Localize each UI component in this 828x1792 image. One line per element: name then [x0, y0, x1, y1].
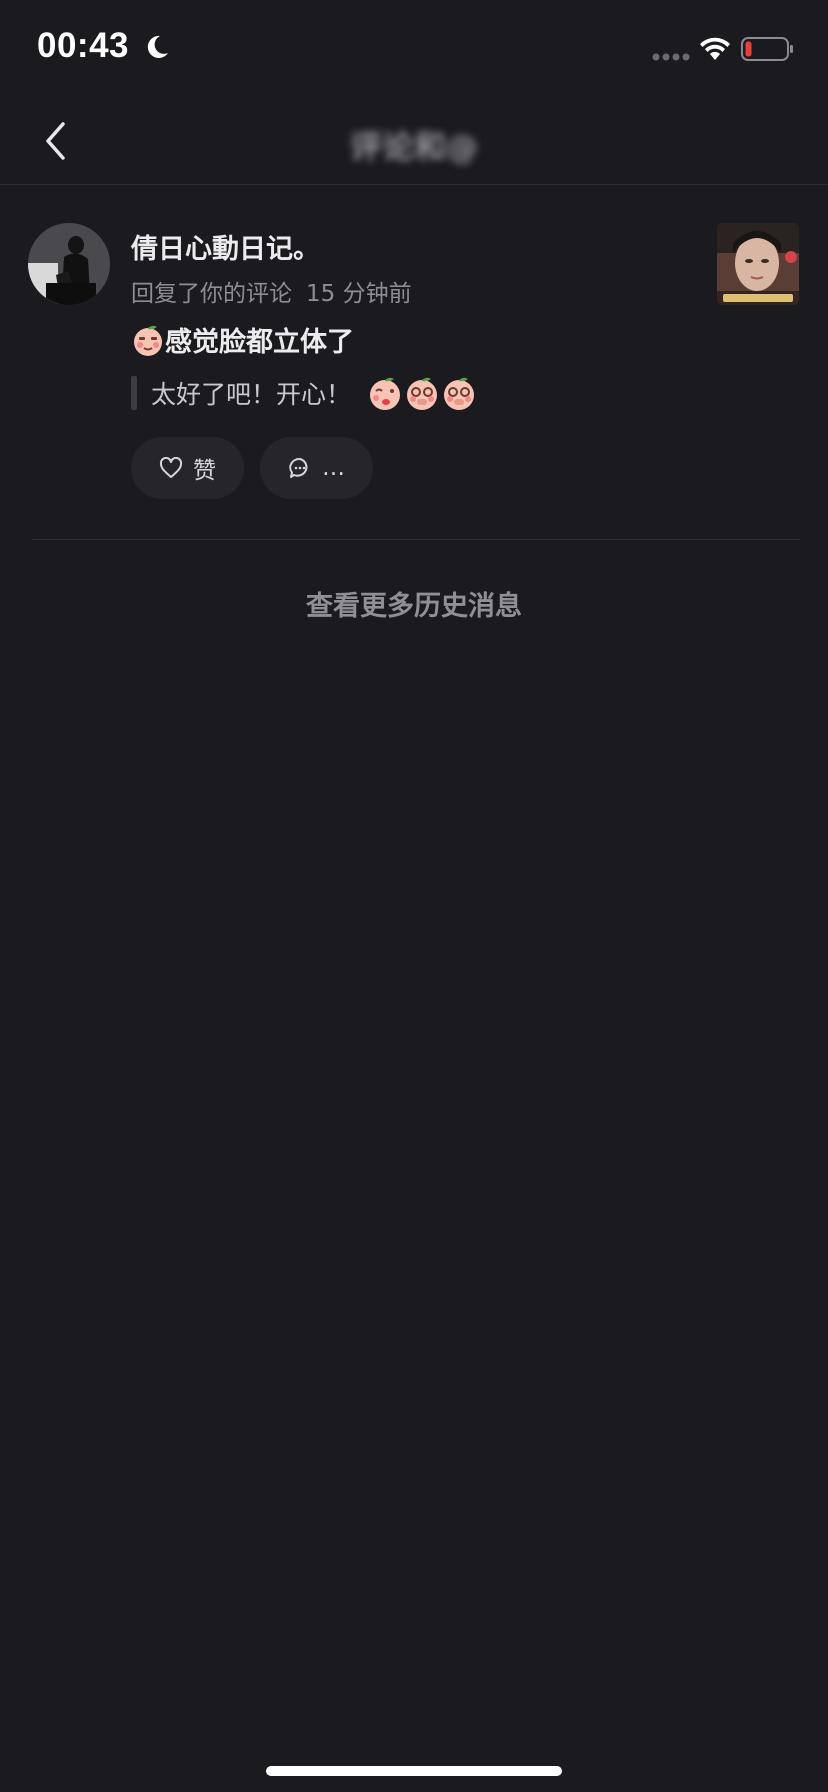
page-title: 评论和@	[349, 128, 478, 166]
status-bar: 00:43	[0, 0, 828, 100]
avatar[interactable]	[28, 223, 110, 305]
signal-icon	[652, 53, 690, 61]
quote-bar	[131, 376, 137, 410]
username[interactable]: 倩日心動日记。	[131, 227, 320, 266]
peach-shy-emoji-icon	[407, 377, 438, 410]
moon-icon	[147, 35, 168, 58]
action-text: 回复了你的评论	[131, 281, 292, 307]
home-indicator	[266, 1766, 562, 1776]
heart-icon	[159, 457, 183, 478]
peach-shy-emoji-icon	[444, 377, 475, 410]
notification-meta: 回复了你的评论 15 分钟前	[131, 274, 412, 308]
comment-text: 感觉脸都立体了	[131, 320, 354, 359]
quoted-reply-text: 太好了吧！开心！	[151, 380, 352, 409]
reply-label: …	[322, 455, 345, 481]
reply-button[interactable]: …	[260, 437, 373, 499]
status-time: 00:43	[37, 26, 130, 65]
quoted-reply: 太好了吧！开心！	[131, 375, 478, 411]
comment-bubble-icon	[289, 457, 308, 478]
post-thumbnail[interactable]	[717, 223, 799, 305]
more-history-link[interactable]: 查看更多历史消息	[0, 584, 828, 623]
action-buttons: 赞 …	[131, 437, 389, 499]
wifi-icon	[700, 37, 730, 60]
comment-body: 感觉脸都立体了	[165, 327, 354, 358]
like-button[interactable]: 赞	[131, 437, 244, 499]
peach-emoji-icon	[134, 325, 162, 356]
timestamp: 15 分钟前	[306, 281, 412, 307]
like-label: 赞	[193, 458, 216, 484]
notification-item[interactable]: 倩日心動日记。 回复了你的评论 15 分钟前 感觉脸都立体了 太好了吧！开心！ …	[0, 185, 828, 540]
emoji-row	[367, 375, 478, 411]
divider	[32, 539, 800, 540]
peach-kiss-emoji-icon	[370, 377, 401, 410]
battery-icon	[741, 37, 793, 61]
nav-bar: 评论和@	[0, 100, 828, 185]
